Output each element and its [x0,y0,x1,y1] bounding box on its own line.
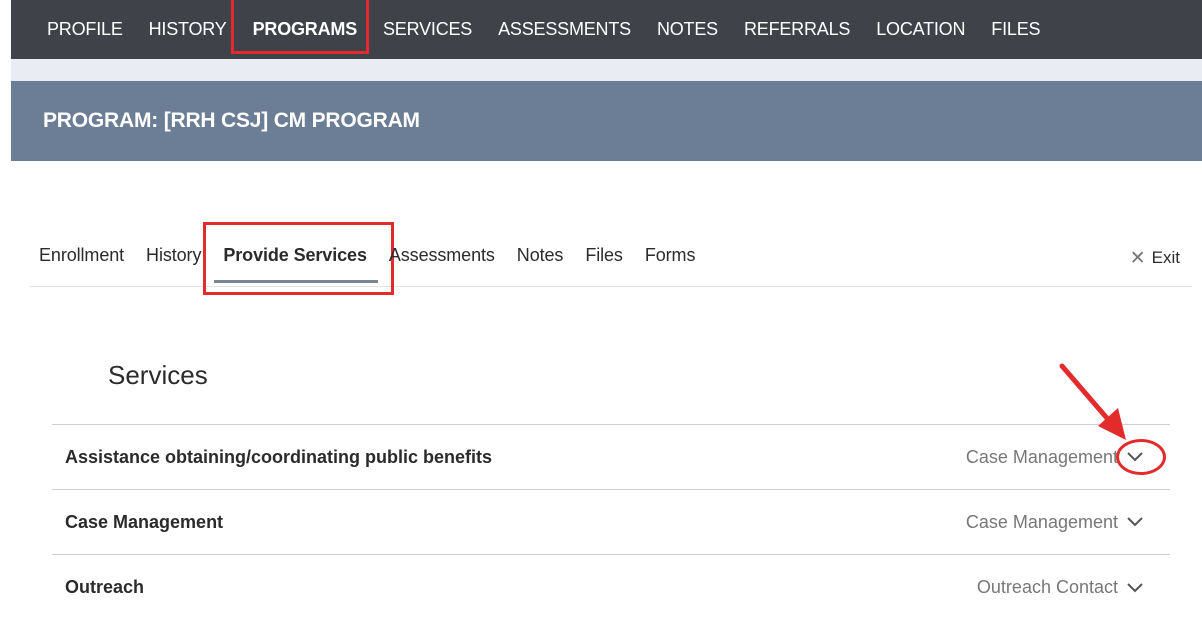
tab-provide-services[interactable]: Provide Services [203,222,394,295]
top-navigation: PROFILE HISTORY PROGRAMS SERVICES ASSESS… [11,0,1202,59]
nav-location[interactable]: LOCATION [876,19,965,40]
tab-enrollment[interactable]: Enrollment [39,245,124,266]
program-title: PROGRAM: [RRH CSJ] CM PROGRAM [43,109,420,132]
page: PROFILE HISTORY PROGRAMS SERVICES ASSESS… [0,0,1202,619]
service-row[interactable]: Assistance obtaining/coordinating public… [52,425,1170,490]
exit-button[interactable]: ✕ Exit [1130,248,1180,268]
nav-referrals[interactable]: REFERRALS [744,19,850,40]
nav-history[interactable]: HISTORY [149,19,227,40]
tab-history[interactable]: History [146,245,201,266]
tab-notes[interactable]: Notes [517,245,564,266]
service-row[interactable]: Case Management Case Management [52,490,1170,555]
service-type: Case Management [965,446,1118,467]
service-name: Assistance obtaining/coordinating public… [65,446,493,467]
exit-label: Exit [1151,248,1180,267]
service-row[interactable]: Outreach Outreach Contact [52,555,1170,619]
chevron-down-icon[interactable] [1126,579,1144,597]
nav-profile[interactable]: PROFILE [47,19,123,40]
service-list: Assistance obtaining/coordinating public… [52,424,1170,619]
program-subtabs: Enrollment History Provide Services Asse… [30,222,1192,295]
tab-provide-services-label: Provide Services [223,245,367,265]
service-name: Case Management [65,511,224,532]
tab-forms[interactable]: Forms [645,245,696,266]
subtab-row: Enrollment History Provide Services Asse… [39,222,717,295]
nav-assessments[interactable]: ASSESSMENTS [498,19,631,40]
nav-notes[interactable]: NOTES [657,19,718,40]
service-type: Case Management [965,511,1118,532]
nav-files[interactable]: FILES [991,19,1040,40]
divider-strip [11,59,1202,81]
tab-files[interactable]: Files [585,245,623,266]
service-name: Outreach [65,577,145,597]
chevron-down-icon[interactable] [1126,513,1144,531]
services-heading: Services [108,360,208,390]
chevron-down-icon[interactable] [1126,448,1144,466]
close-icon: ✕ [1129,247,1146,269]
program-header: PROGRAM: [RRH CSJ] CM PROGRAM [11,81,1202,161]
tab-assessments[interactable]: Assessments [389,245,495,266]
active-tab-underline [214,280,378,283]
nav-programs[interactable]: PROGRAMS [230,0,370,54]
service-type: Outreach Contact [976,577,1118,597]
nav-services[interactable]: SERVICES [383,19,472,40]
